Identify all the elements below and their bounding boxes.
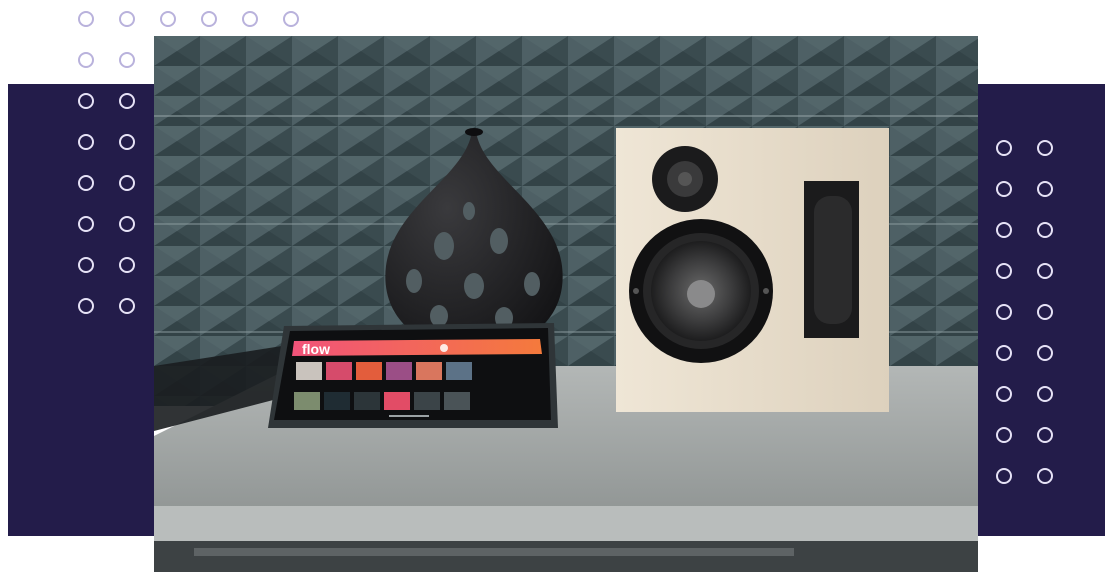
decor-dot: [996, 222, 1012, 238]
decor-dot: [78, 93, 94, 109]
decor-dot: [78, 175, 94, 191]
decor-dot: [119, 52, 135, 68]
decor-dot: [996, 427, 1012, 443]
decor-dot: [1037, 386, 1053, 402]
decor-dot: [283, 11, 299, 27]
photo-scene-svg: flow: [154, 36, 978, 572]
decor-dot: [996, 181, 1012, 197]
decor-dot: [119, 298, 135, 314]
flow-logo-text: flow: [302, 341, 330, 357]
decor-dot: [78, 257, 94, 273]
decor-dot: [996, 468, 1012, 484]
decor-dot: [119, 11, 135, 27]
decor-dot: [996, 345, 1012, 361]
decor-dot: [1037, 263, 1053, 279]
decor-dot: [996, 386, 1012, 402]
decor-dot: [119, 93, 135, 109]
product-photo: flow: [154, 36, 978, 572]
decor-dot: [78, 298, 94, 314]
decor-dot: [996, 140, 1012, 156]
decor-dot: [1037, 222, 1053, 238]
decor-dot: [78, 52, 94, 68]
decor-dot: [1037, 304, 1053, 320]
decor-dot: [1037, 468, 1053, 484]
decor-dot: [119, 134, 135, 150]
decor-dot: [242, 11, 258, 27]
decor-dot: [119, 216, 135, 232]
decor-dot: [119, 175, 135, 191]
decor-dot: [201, 11, 217, 27]
decor-dot: [160, 11, 176, 27]
decorative-stage: flow: [0, 0, 1105, 572]
decor-dot: [78, 216, 94, 232]
decor-dot: [1037, 181, 1053, 197]
decor-dot: [1037, 140, 1053, 156]
tablet: flow: [268, 323, 558, 428]
decor-dot: [1037, 345, 1053, 361]
bookshelf-speaker: [616, 128, 889, 412]
decor-dot: [78, 134, 94, 150]
decor-dot: [1037, 427, 1053, 443]
decor-dot: [996, 304, 1012, 320]
decor-dot: [78, 11, 94, 27]
decor-dot: [119, 257, 135, 273]
decor-dot: [996, 263, 1012, 279]
cabinet-front: [154, 541, 978, 572]
